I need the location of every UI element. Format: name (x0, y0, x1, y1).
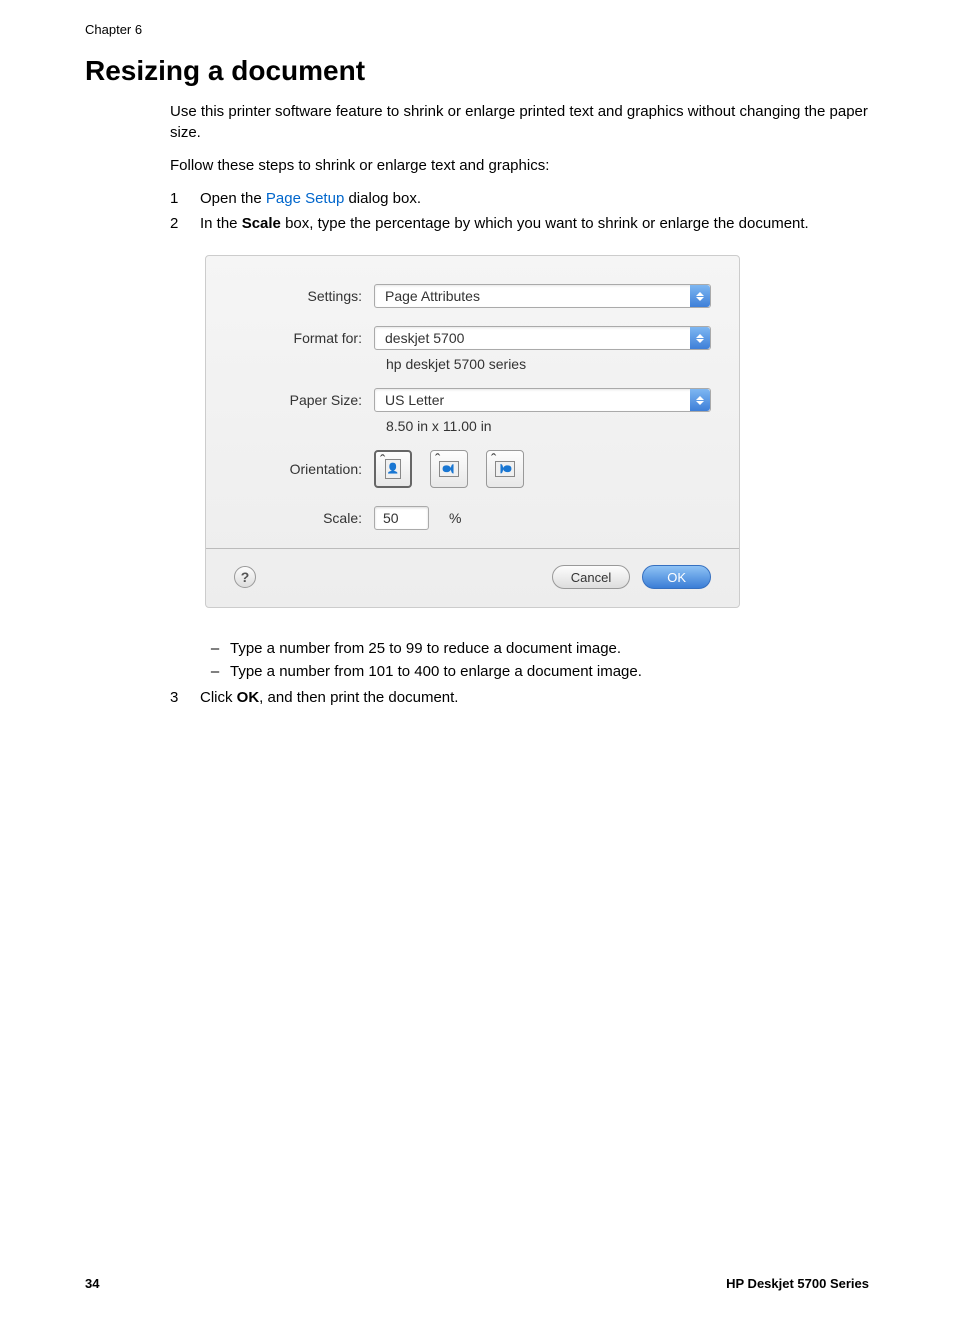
step-text: dialog box. (344, 190, 421, 207)
step-text: box, type the percentage by which you wa… (281, 215, 809, 232)
step-number: 2 (170, 213, 200, 236)
help-button[interactable]: ? (234, 566, 256, 588)
paper-size-subtext: 8.50 in x 11.00 in (386, 418, 711, 434)
ok-button[interactable]: OK (642, 565, 711, 589)
step-text: Click (200, 689, 237, 706)
paper-size-label: Paper Size: (234, 392, 374, 408)
paper-size-select[interactable]: US Letter (374, 388, 711, 412)
dropdown-arrow-icon[interactable] (690, 327, 710, 349)
page-title: Resizing a document (85, 55, 869, 87)
scale-bold: Scale (242, 215, 281, 232)
settings-value: Page Attributes (385, 288, 480, 304)
cancel-button[interactable]: Cancel (552, 565, 630, 589)
step-3: 3 Click OK, and then print the document. (170, 687, 869, 710)
intro-paragraph-2: Follow these steps to shrink or enlarge … (170, 155, 869, 176)
product-name: HP Deskjet 5700 Series (726, 1276, 869, 1291)
page-number: 34 (85, 1276, 99, 1291)
chapter-header: Chapter 6 (85, 22, 869, 37)
orientation-landscape-right-button[interactable]: ˆ 👤 (486, 450, 524, 488)
dash: – (200, 638, 230, 661)
scale-label: Scale: (234, 510, 374, 526)
step-number: 3 (170, 687, 200, 710)
orientation-portrait-button[interactable]: ˆ 👤 (374, 450, 412, 488)
sublist-item: – Type a number from 25 to 99 to reduce … (200, 638, 869, 661)
step-number: 1 (170, 188, 200, 211)
landscape-icon: 👤 (439, 461, 459, 477)
orientation-landscape-left-button[interactable]: ˆ 👤 (430, 450, 468, 488)
dash: – (200, 661, 230, 684)
page-setup-dialog: Settings: Page Attributes Format for: de… (205, 255, 740, 608)
dropdown-arrow-icon[interactable] (690, 285, 710, 307)
sublist-text: Type a number from 25 to 99 to reduce a … (230, 638, 621, 661)
format-select[interactable]: deskjet 5700 (374, 326, 711, 350)
dropdown-arrow-icon[interactable] (690, 389, 710, 411)
page-setup-link[interactable]: Page Setup (266, 190, 344, 207)
settings-select[interactable]: Page Attributes (374, 284, 711, 308)
sublist-text: Type a number from 101 to 400 to enlarge… (230, 661, 642, 684)
ok-bold: OK (237, 689, 260, 706)
step-text: In the (200, 215, 242, 232)
dialog-divider (206, 548, 739, 549)
format-value: deskjet 5700 (385, 330, 464, 346)
portrait-icon: 👤 (385, 459, 401, 479)
intro-paragraph-1: Use this printer software feature to shr… (170, 101, 869, 143)
format-label: Format for: (234, 330, 374, 346)
scale-input[interactable] (374, 506, 429, 530)
step-2: 2 In the Scale box, type the percentage … (170, 213, 869, 236)
landscape-reverse-icon: 👤 (495, 461, 515, 477)
orientation-label: Orientation: (234, 461, 374, 477)
paper-size-value: US Letter (385, 392, 444, 408)
step-text: , and then print the document. (259, 689, 458, 706)
step-1: 1 Open the Page Setup dialog box. (170, 188, 869, 211)
settings-label: Settings: (234, 288, 374, 304)
format-subtext: hp deskjet 5700 series (386, 356, 711, 372)
step-text: Open the (200, 190, 266, 207)
scale-percent-label: % (449, 510, 461, 526)
sublist-item: – Type a number from 101 to 400 to enlar… (200, 661, 869, 684)
